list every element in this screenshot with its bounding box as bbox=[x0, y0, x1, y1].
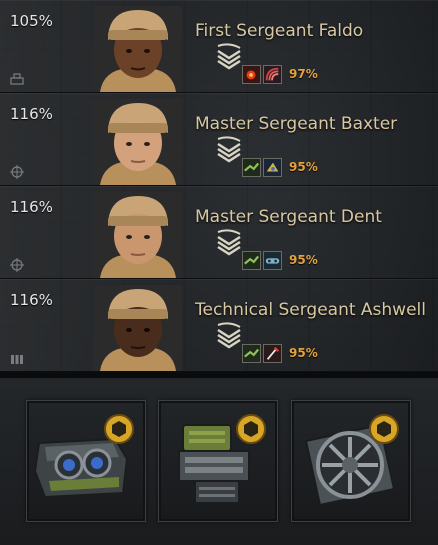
sixth-sense-icon[interactable] bbox=[263, 158, 282, 177]
equipment-slot-1[interactable] bbox=[26, 400, 146, 522]
crew-portrait bbox=[94, 6, 182, 92]
radio-icon[interactable] bbox=[263, 65, 282, 84]
equipment-panel bbox=[0, 378, 438, 545]
crew-name: First Sergeant Faldo bbox=[195, 21, 364, 41]
crew-portrait bbox=[94, 192, 182, 278]
rank-chevron-icon bbox=[217, 322, 241, 349]
loader-ammo-icon bbox=[11, 355, 23, 364]
skill-progress: 95% bbox=[289, 253, 318, 267]
track-icon[interactable] bbox=[263, 251, 282, 270]
crew-qualification: 116% bbox=[10, 105, 53, 123]
crew-qualification: 105% bbox=[10, 12, 53, 30]
rank-chevron-icon bbox=[217, 229, 241, 256]
recon-icon[interactable] bbox=[242, 65, 261, 84]
repair-icon[interactable] bbox=[263, 344, 282, 363]
equipment-slot-3[interactable] bbox=[291, 400, 411, 522]
crew-row-loader[interactable]: 116% Technical Sergeant Ashwell 95% bbox=[0, 279, 438, 372]
crew-row-gunner[interactable]: 116% Master Sergeant Baxter 95% bbox=[0, 93, 438, 186]
rank-chevron-icon bbox=[217, 136, 241, 163]
skill-list bbox=[242, 251, 282, 270]
crew-panel: 105% First Sergeant Faldo 97% 116% Maste… bbox=[0, 0, 438, 545]
gunner-crosshair-icon bbox=[10, 258, 24, 272]
skill-list bbox=[242, 344, 282, 363]
crew-name: Technical Sergeant Ashwell bbox=[195, 300, 426, 320]
skill-progress: 95% bbox=[289, 160, 318, 174]
camouflage-icon[interactable] bbox=[242, 158, 261, 177]
gun-rammer-icon bbox=[178, 414, 266, 504]
crew-portrait bbox=[94, 99, 182, 185]
skill-list bbox=[242, 65, 282, 84]
rank-chevron-icon bbox=[217, 43, 241, 70]
gunner-crosshair-icon bbox=[10, 165, 24, 179]
crew-name: Master Sergeant Baxter bbox=[195, 114, 398, 134]
skill-list bbox=[242, 158, 282, 177]
crew-qualification: 116% bbox=[10, 291, 53, 309]
crew-qualification: 116% bbox=[10, 198, 53, 216]
camouflage-icon[interactable] bbox=[242, 251, 261, 270]
ventilation-icon bbox=[304, 414, 399, 507]
skill-progress: 97% bbox=[289, 67, 318, 81]
equipment-slot-2[interactable] bbox=[158, 400, 278, 522]
crew-portrait bbox=[94, 285, 182, 371]
crew-row-gunner-2[interactable]: 116% Master Sergeant Dent 95% bbox=[0, 186, 438, 279]
skill-progress: 95% bbox=[289, 346, 318, 360]
commander-icon bbox=[10, 73, 24, 85]
crew-row-commander[interactable]: 105% First Sergeant Faldo 97% bbox=[0, 0, 438, 93]
binocular-telescope-icon bbox=[33, 414, 134, 499]
crew-name: Master Sergeant Dent bbox=[195, 207, 382, 227]
crew-list: 105% First Sergeant Faldo 97% 116% Maste… bbox=[0, 0, 438, 372]
camouflage-icon[interactable] bbox=[242, 344, 261, 363]
